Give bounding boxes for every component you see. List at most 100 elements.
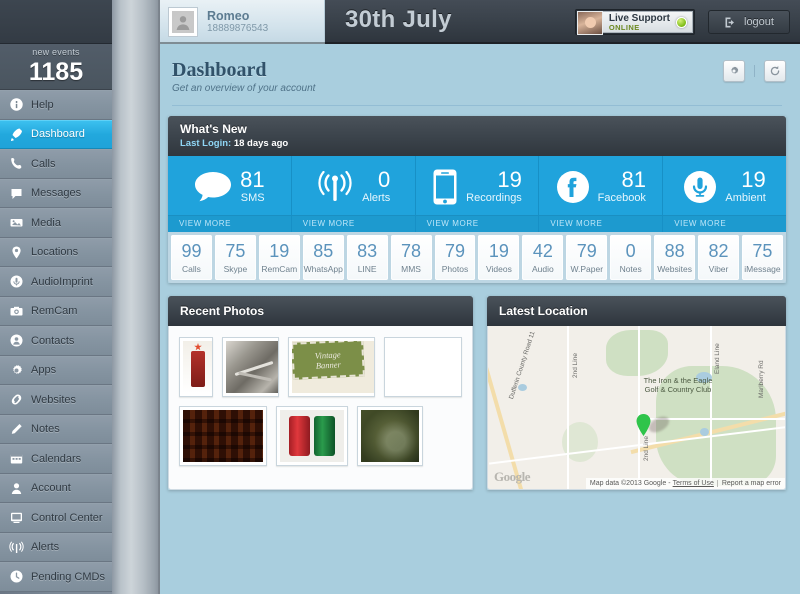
sidebar-item-calendars[interactable]: Calendars: [0, 444, 112, 474]
photo-thumbnail[interactable]: [179, 406, 267, 466]
sidebar-item-label: Account: [31, 482, 71, 495]
map-road-label: Marlberry Rd: [758, 360, 765, 398]
tile-value: 81: [240, 167, 265, 192]
map-road-label: 2nd Line: [643, 436, 650, 461]
bottom-panels: Recent Photos Vintage Banner Latest Loca…: [168, 296, 786, 490]
tile-recordings[interactable]: 19 Recordings VIEW MORE: [415, 156, 540, 232]
view-more-link[interactable]: VIEW MORE: [168, 215, 291, 232]
sidebar-item-remcam[interactable]: RemCam: [0, 296, 112, 326]
sidebar-item-dashboard[interactable]: Dashboard: [0, 119, 112, 149]
photo-thumbnail[interactable]: [179, 337, 214, 397]
shelf-bottles-photo: [183, 410, 263, 462]
photo-thumbnail[interactable]: [357, 406, 423, 466]
page-title: Dashboard: [172, 59, 267, 81]
tile-label: SMS: [240, 192, 265, 204]
photo-thumbnail[interactable]: Vintage Banner: [288, 337, 375, 397]
latest-location-panel: Latest Location 2nd Line 2nd Line Duffer…: [487, 296, 786, 490]
speech-bubble-icon: [194, 171, 232, 203]
counter-label: Skype: [223, 264, 248, 274]
counter-value: 0: [625, 241, 636, 261]
media-icon: [9, 215, 24, 230]
counter-line[interactable]: 83 LINE: [346, 235, 388, 280]
terms-of-use-link[interactable]: Terms of Use: [673, 480, 714, 487]
counter-value: 88: [664, 241, 685, 261]
sidebar-item-notes[interactable]: Notes: [0, 414, 112, 444]
new-events-label: new events: [32, 47, 80, 57]
tile-alerts[interactable]: 0 Alerts VIEW MORE: [291, 156, 416, 232]
sidebar-item-account[interactable]: Account: [0, 473, 112, 503]
counter-photos[interactable]: 79 Photos: [434, 235, 476, 280]
sidebar-item-audioimprint[interactable]: AudioImprint: [0, 267, 112, 297]
last-login: Last Login: 18 days ago: [180, 138, 774, 149]
latest-location-title: Latest Location: [499, 304, 588, 318]
photo-thumbnail[interactable]: [276, 406, 348, 466]
sidebar-item-apps[interactable]: Apps: [0, 355, 112, 385]
calendar-icon: [9, 451, 24, 466]
counter-websites[interactable]: 88 Websites: [654, 235, 696, 280]
avatar: [169, 8, 197, 36]
photo-thumbnail[interactable]: [384, 337, 462, 397]
mic-icon: [9, 274, 24, 289]
photo-thumbnail[interactable]: [222, 337, 280, 397]
header-separator: [754, 65, 755, 77]
online-status-dot: [676, 17, 687, 28]
counter-notes[interactable]: 0 Notes: [610, 235, 652, 280]
counter-videos[interactable]: 19 Videos: [478, 235, 520, 280]
tile-facebook[interactable]: 81 Facebook VIEW MORE: [539, 156, 664, 232]
counter-value: 83: [357, 241, 378, 261]
refresh-button[interactable]: [764, 60, 786, 82]
map-green-area: [606, 330, 668, 376]
counter-label: Viber: [708, 264, 729, 274]
map-location-pin[interactable]: [636, 414, 651, 436]
top-bar: Romeo 18889876543 30th July Live Support…: [160, 0, 800, 44]
last-login-label: Last Login:: [180, 138, 232, 149]
view-more-link[interactable]: VIEW MORE: [539, 215, 663, 232]
live-support-button[interactable]: Live Support ONLINE: [574, 9, 695, 35]
counter-whatsapp[interactable]: 85 WhatsApp: [302, 235, 344, 280]
counter-audio[interactable]: 42 Audio: [522, 235, 564, 280]
sidebar-item-label: Websites: [31, 393, 77, 406]
sidebar-item-alerts[interactable]: Alerts: [0, 532, 112, 562]
sidebar-item-media[interactable]: Media: [0, 208, 112, 238]
sidebar-item-locations[interactable]: Locations: [0, 237, 112, 267]
sidebar-item-pending-cmds[interactable]: Pending CMDs: [0, 562, 112, 592]
sidebar-item-label: Calendars: [31, 452, 82, 465]
counter-calls[interactable]: 99 Calls: [171, 235, 212, 280]
view-more-link[interactable]: VIEW MORE: [663, 215, 786, 232]
gear-icon: [731, 66, 739, 74]
counter-remcam[interactable]: 19 RemCam: [258, 235, 300, 280]
counter-label: iMessage: [744, 264, 781, 274]
microphone-icon: [683, 170, 717, 204]
counter-skype[interactable]: 75 Skype: [214, 235, 256, 280]
user-profile[interactable]: Romeo 18889876543: [160, 0, 325, 44]
sidebar-item-contacts[interactable]: Contacts: [0, 326, 112, 356]
counter-viber[interactable]: 82 Viber: [698, 235, 739, 280]
sidebar-item-calls[interactable]: Calls: [0, 149, 112, 179]
tile-ambient[interactable]: 19 Ambient VIEW MORE: [663, 156, 786, 232]
recent-photos-header: Recent Photos: [168, 296, 473, 326]
sidebar-item-websites[interactable]: Websites: [0, 385, 112, 415]
sidebar-item-control-center[interactable]: Control Center: [0, 503, 112, 533]
tile-label: Ambient: [725, 192, 766, 204]
view-more-link[interactable]: VIEW MORE: [291, 215, 415, 232]
report-map-error-link[interactable]: Report a map error: [716, 480, 781, 487]
counter-wpaper[interactable]: 79 W.Paper: [566, 235, 608, 280]
logout-button[interactable]: logout: [708, 10, 790, 34]
counter-value: 79: [444, 241, 465, 261]
counter-imessage[interactable]: 75 iMessage: [741, 235, 783, 280]
recent-photos-panel: Recent Photos Vintage Banner: [168, 296, 473, 490]
recent-photos-title: Recent Photos: [180, 304, 265, 318]
view-more-link[interactable]: VIEW MORE: [415, 215, 539, 232]
banner-caption-line2: Banner: [315, 358, 342, 371]
sidebar-item-label: Control Center: [31, 511, 103, 524]
app-window: new events 1185 Help Dashboard Calls Mes…: [0, 0, 800, 594]
tile-sms[interactable]: 81 SMS VIEW MORE: [168, 156, 292, 232]
current-date: 30th July: [345, 6, 452, 33]
sidebar-item-help[interactable]: Help: [0, 90, 112, 120]
counter-mms[interactable]: 78 MMS: [390, 235, 432, 280]
sidebar-item-label: AudioImprint: [31, 275, 93, 288]
map-canvas[interactable]: 2nd Line 2nd Line Dufferin County Road 1…: [487, 326, 786, 490]
sidebar-item-messages[interactable]: Messages: [0, 178, 112, 208]
counter-label: Photos: [441, 264, 469, 274]
settings-button[interactable]: [723, 60, 745, 82]
